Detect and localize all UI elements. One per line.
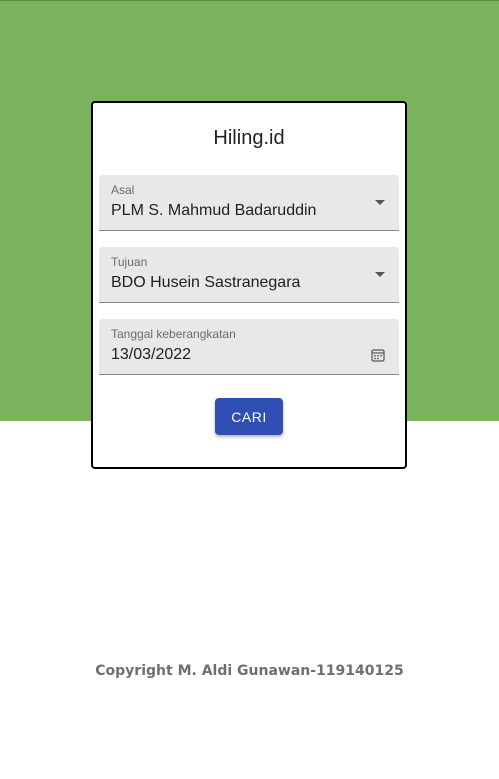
- calendar-icon[interactable]: [371, 348, 385, 362]
- destination-value: BDO Husein Sastranegara: [111, 274, 301, 291]
- departure-date-field[interactable]: Tanggal keberangkatan 13/03/2022: [99, 319, 399, 375]
- origin-select[interactable]: Asal PLM S. Mahmud Badaruddin: [99, 175, 399, 231]
- departure-date-value: 13/03/2022: [111, 346, 192, 363]
- caret-down-icon[interactable]: [375, 272, 385, 277]
- search-button[interactable]: CARI: [215, 398, 283, 435]
- destination-select[interactable]: Tujuan BDO Husein Sastranegara: [99, 247, 399, 303]
- departure-date-label: Tanggal keberangkatan: [111, 327, 236, 341]
- origin-label: Asal: [111, 183, 135, 197]
- caret-down-icon[interactable]: [375, 200, 385, 205]
- app-title: Hiling.id: [213, 127, 285, 149]
- search-card: Hiling.id Asal PLM S. Mahmud Badaruddin …: [91, 101, 407, 469]
- origin-value: PLM S. Mahmud Badaruddin: [111, 202, 317, 219]
- copyright-text: Copyright M. Aldi Gunawan-119140125: [95, 663, 404, 679]
- destination-label: Tujuan: [111, 255, 148, 269]
